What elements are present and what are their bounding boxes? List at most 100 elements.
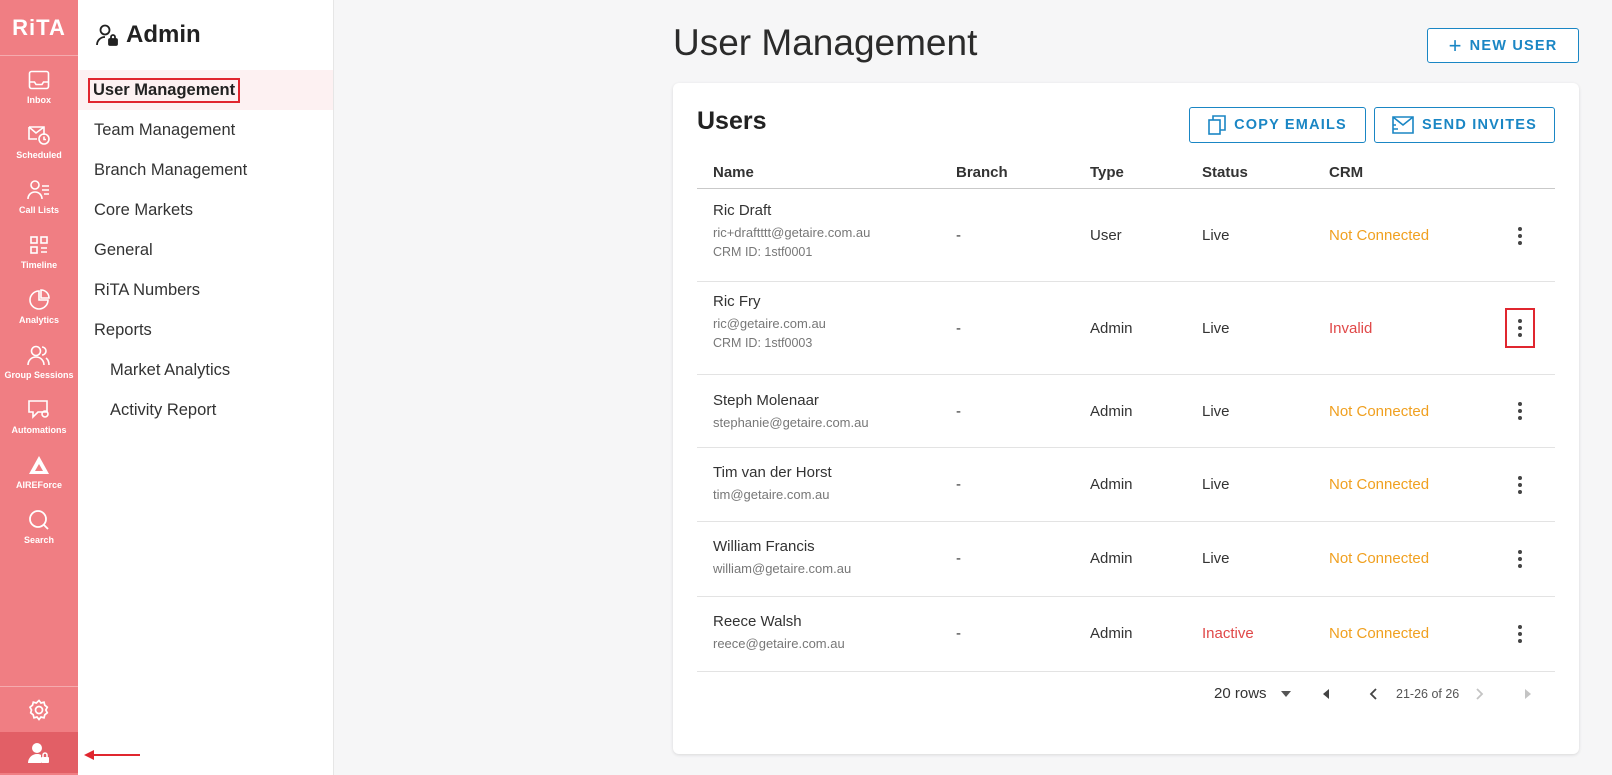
user-name-cell: Steph Molenaar stephanie@getaire.com.au bbox=[713, 392, 869, 430]
rail-nav: Inbox Scheduled Call Lists Timeline Anal… bbox=[0, 58, 78, 553]
status-cell: Live bbox=[1202, 550, 1230, 567]
plus-icon: + bbox=[1448, 32, 1463, 58]
more-vert-icon bbox=[1518, 319, 1522, 337]
column-header-type[interactable]: Type bbox=[1090, 164, 1124, 181]
more-vert-icon bbox=[1518, 625, 1522, 643]
type-cell: Admin bbox=[1090, 476, 1133, 493]
type-cell: Admin bbox=[1090, 550, 1133, 567]
row-actions-button[interactable] bbox=[1505, 614, 1535, 654]
row-actions-button[interactable] bbox=[1505, 539, 1535, 579]
crm-cell: Not Connected bbox=[1329, 550, 1430, 567]
first-page-button[interactable] bbox=[1316, 684, 1336, 704]
branch-cell: - bbox=[956, 625, 961, 642]
user-name-cell: Ric Draft ric+draftttt@getaire.com.au CR… bbox=[713, 202, 871, 259]
row-actions-button[interactable] bbox=[1505, 465, 1535, 505]
user-name-cell: Ric Fry ric@getaire.com.au CRM ID: 1stf0… bbox=[713, 293, 826, 350]
crm-cell: Not Connected bbox=[1329, 227, 1430, 244]
page-range: 21-26 of 26 bbox=[1396, 687, 1460, 701]
page-title: User Management bbox=[673, 22, 978, 63]
sidebar-item-market-analytics[interactable]: Market Analytics bbox=[78, 350, 333, 390]
rail-item-group-sessions[interactable]: Group Sessions bbox=[0, 333, 78, 388]
branch-cell: - bbox=[956, 476, 961, 493]
analytics-icon bbox=[26, 287, 52, 313]
table-row[interactable]: William Francis william@getaire.com.au -… bbox=[697, 522, 1555, 597]
next-page-button[interactable] bbox=[1470, 684, 1490, 704]
admin-button[interactable] bbox=[0, 732, 78, 773]
sidebar-item-core-markets[interactable]: Core Markets bbox=[78, 190, 333, 230]
copy-emails-button[interactable]: COPY EMAILS bbox=[1189, 107, 1366, 143]
status-cell: Inactive bbox=[1202, 625, 1254, 642]
rail-item-inbox[interactable]: Inbox bbox=[0, 58, 78, 113]
sidebar-item-branch-management[interactable]: Branch Management bbox=[78, 150, 333, 190]
table-row[interactable]: Ric Draft ric+draftttt@getaire.com.au CR… bbox=[697, 190, 1555, 282]
table-row[interactable]: Reece Walsh reece@getaire.com.au - Admin… bbox=[697, 597, 1555, 672]
sidebar-item-general[interactable]: General bbox=[78, 230, 333, 270]
send-invites-button[interactable]: SEND INVITES bbox=[1374, 107, 1555, 143]
last-page-button[interactable] bbox=[1518, 684, 1538, 704]
crm-cell: Not Connected bbox=[1329, 625, 1430, 642]
chevron-right-icon bbox=[1476, 688, 1484, 700]
type-cell: Admin bbox=[1090, 320, 1133, 337]
row-actions-button[interactable] bbox=[1505, 391, 1535, 431]
rail-item-scheduled[interactable]: Scheduled bbox=[0, 113, 78, 168]
rows-per-page-select[interactable]: 20 rows bbox=[1214, 685, 1291, 702]
row-actions-button[interactable] bbox=[1505, 308, 1535, 348]
annotation-arrow bbox=[84, 750, 140, 760]
pagination: 20 rows 21-26 of 26 bbox=[673, 673, 1579, 713]
timeline-icon bbox=[26, 232, 52, 258]
rail-item-aireforce[interactable]: AIREForce bbox=[0, 443, 78, 498]
group-sessions-icon bbox=[26, 342, 52, 368]
more-vert-icon bbox=[1518, 550, 1522, 568]
table-row[interactable]: Ric Fry ric@getaire.com.au CRM ID: 1stf0… bbox=[697, 282, 1555, 375]
settings-button[interactable] bbox=[0, 687, 78, 732]
rail-item-automations[interactable]: Automations bbox=[0, 388, 78, 443]
sidebar-item-activity-report[interactable]: Activity Report bbox=[78, 390, 333, 430]
branch-cell: - bbox=[956, 550, 961, 567]
dropdown-caret-icon bbox=[1280, 690, 1291, 697]
row-actions-button[interactable] bbox=[1505, 216, 1535, 256]
rail-item-search[interactable]: Search bbox=[0, 498, 78, 553]
search-icon bbox=[26, 507, 52, 533]
type-cell: Admin bbox=[1090, 403, 1133, 420]
sidebar-item-team-management[interactable]: Team Management bbox=[78, 110, 333, 150]
rail-bottom bbox=[0, 686, 78, 773]
automations-icon bbox=[26, 397, 52, 423]
branch-cell: - bbox=[956, 320, 961, 337]
rail-item-analytics[interactable]: Analytics bbox=[0, 278, 78, 333]
admin-sidebar: Admin User Management Team Management Br… bbox=[78, 0, 334, 775]
sidebar-item-rita-numbers[interactable]: RiTA Numbers bbox=[78, 270, 333, 310]
rail-item-timeline[interactable]: Timeline bbox=[0, 223, 78, 278]
scheduled-icon bbox=[26, 122, 52, 148]
previous-page-button[interactable] bbox=[1363, 684, 1383, 704]
admin-icon bbox=[96, 24, 118, 46]
sidebar-title: Admin bbox=[126, 21, 201, 48]
more-vert-icon bbox=[1518, 402, 1522, 420]
branch-cell: - bbox=[956, 227, 961, 244]
inbox-icon bbox=[26, 67, 52, 93]
column-header-crm[interactable]: CRM bbox=[1329, 164, 1363, 181]
user-name-cell: Tim van der Horst tim@getaire.com.au bbox=[713, 464, 832, 502]
table-row[interactable]: Steph Molenaar stephanie@getaire.com.au … bbox=[697, 375, 1555, 448]
table-header: Name Branch Type Status CRM bbox=[697, 157, 1555, 189]
admin-user-icon bbox=[28, 742, 49, 763]
rita-logo[interactable]: RiTA bbox=[0, 0, 78, 56]
new-user-button[interactable]: + NEW USER bbox=[1427, 28, 1579, 63]
sidebar-item-user-management[interactable]: User Management bbox=[78, 70, 333, 110]
rail-item-call-lists[interactable]: Call Lists bbox=[0, 168, 78, 223]
gear-icon bbox=[28, 698, 49, 721]
table-row[interactable]: Tim van der Horst tim@getaire.com.au - A… bbox=[697, 448, 1555, 522]
status-cell: Live bbox=[1202, 227, 1230, 244]
sidebar-item-reports[interactable]: Reports bbox=[78, 310, 333, 350]
card-title: Users bbox=[697, 107, 767, 135]
column-header-status[interactable]: Status bbox=[1202, 164, 1248, 181]
chevron-left-icon bbox=[1369, 688, 1377, 700]
column-header-name[interactable]: Name bbox=[713, 164, 754, 181]
more-vert-icon bbox=[1518, 476, 1522, 494]
user-name-cell: Reece Walsh reece@getaire.com.au bbox=[713, 613, 845, 651]
status-cell: Live bbox=[1202, 320, 1230, 337]
branch-cell: - bbox=[956, 403, 961, 420]
app-rail: RiTA Inbox Scheduled Call Lists Timeline bbox=[0, 0, 78, 775]
crm-cell: Invalid bbox=[1329, 320, 1373, 337]
more-vert-icon bbox=[1518, 227, 1522, 245]
column-header-branch[interactable]: Branch bbox=[956, 164, 1008, 181]
